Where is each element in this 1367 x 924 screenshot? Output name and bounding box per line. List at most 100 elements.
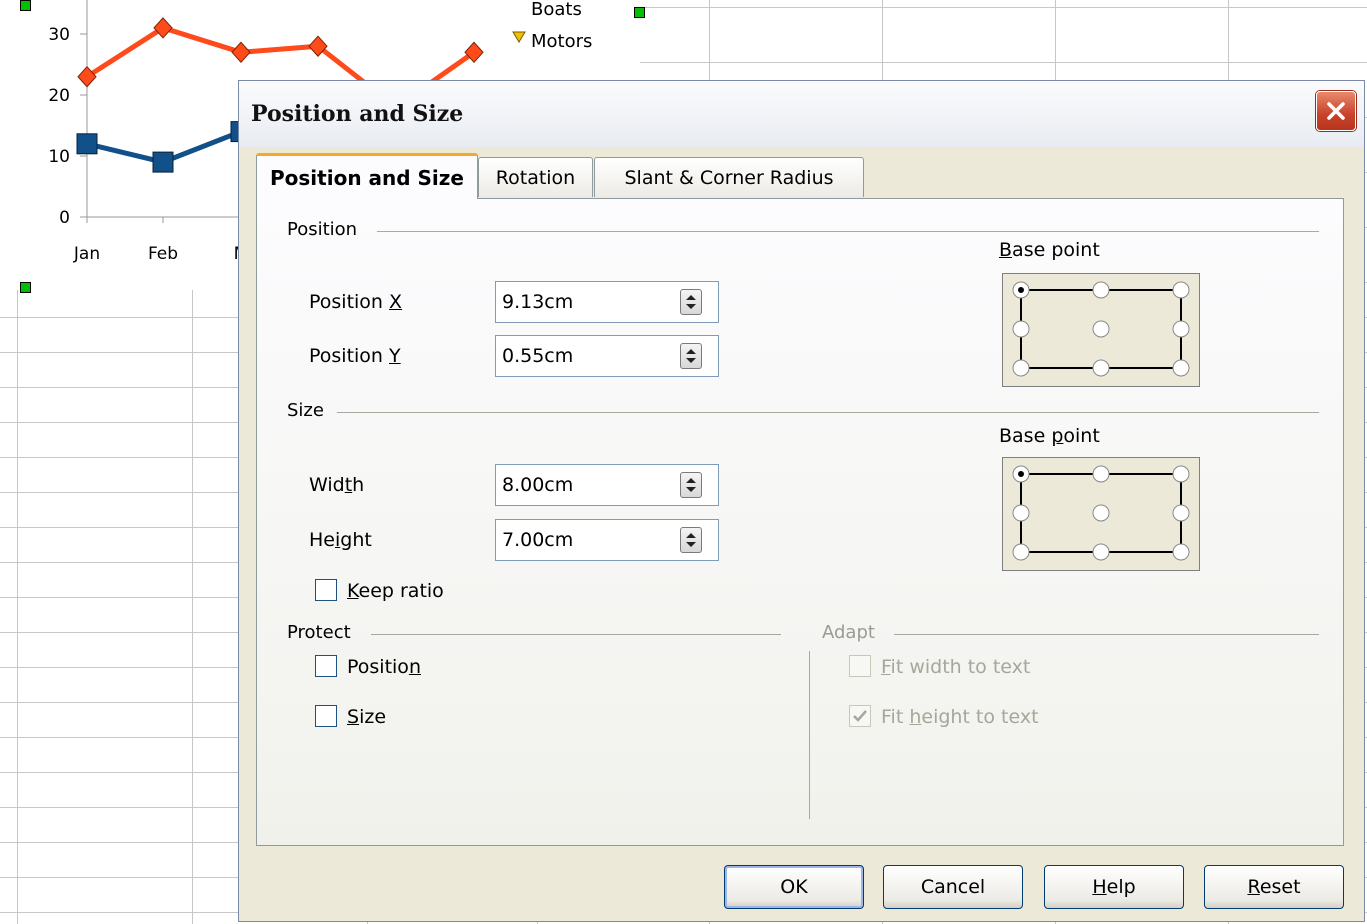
tab-label: Position and Size [270,165,464,190]
base-point-bottom[interactable] [1092,543,1110,561]
height-value: 7.00cm [502,529,574,551]
group-separator [809,651,810,819]
fit-height-checkbox[interactable] [849,705,871,727]
y-tick-label: 20 [48,86,70,106]
tab-label: Rotation [495,166,576,189]
position-x-spinner[interactable] [680,289,702,315]
fit-width-checkbox[interactable] [849,655,871,677]
base-point-bottom-left[interactable] [1012,359,1030,377]
base-point-center[interactable] [1092,320,1110,338]
x-tick-label: Feb [148,244,178,264]
base-point-top-right[interactable] [1172,465,1190,483]
base-point-center[interactable] [1092,504,1110,522]
position-y-field[interactable]: 0.55cm [495,335,719,377]
width-label: Width [309,474,365,496]
tab-label: Slant & Corner Radius [624,166,834,189]
cancel-button[interactable]: Cancel [883,865,1023,909]
height-field[interactable]: 7.00cm [495,519,719,561]
position-group-label: Position [287,219,358,240]
position-x-value: 9.13cm [502,291,574,313]
dialog-titlebar[interactable]: Position and Size [239,81,1364,147]
protect-group-label: Protect [287,622,351,643]
chart-resize-handle[interactable] [20,282,31,293]
size-base-point-label: Base point [999,425,1100,447]
keep-ratio-label: Keep ratio [347,580,444,602]
ok-label: OK [780,876,808,898]
protect-position-checkbox[interactable] [315,655,337,677]
close-button[interactable] [1316,91,1356,131]
position-x-field[interactable]: 9.13cm [495,281,719,323]
protect-size-checkbox[interactable] [315,705,337,727]
chart-legend: Boats Motors [512,0,592,52]
checkmark-icon [853,710,867,722]
position-x-label-text: Position X [309,291,403,313]
data-point-square [152,151,174,173]
legend-marker-triangle [512,31,526,43]
cancel-label: Cancel [920,876,986,898]
position-y-spinner[interactable] [680,343,702,369]
fit-width-label: Fit width to text [881,656,1031,678]
base-point-grid [1012,281,1190,377]
base-point-bottom-right[interactable] [1172,359,1190,377]
data-point-square [76,133,98,155]
width-spinner[interactable] [680,472,702,498]
tab-rotation[interactable]: Rotation [478,157,593,197]
base-point-right[interactable] [1172,320,1190,338]
base-point-left[interactable] [1012,504,1030,522]
data-point-diamond [231,41,251,64]
height-spinner[interactable] [680,527,702,553]
adapt-group-label: Adapt [822,622,875,643]
group-divider [337,412,1319,413]
help-button[interactable]: Help [1044,865,1184,909]
base-point-bottom-left[interactable] [1012,543,1030,561]
base-point-top[interactable] [1092,281,1110,299]
width-value: 8.00cm [502,474,574,496]
size-group-label: Size [287,400,324,421]
spin-arrows-icon [686,349,696,363]
position-base-point-label: Base point [999,239,1100,261]
base-point-top-right[interactable] [1172,281,1190,299]
fit-height-label: Fit height to text [881,706,1039,728]
spin-arrows-icon [686,533,696,547]
position-y-value: 0.55cm [502,345,574,367]
base-point-left[interactable] [1012,320,1030,338]
width-field[interactable]: 8.00cm [495,464,719,506]
keep-ratio-checkbox[interactable] [315,579,337,601]
close-icon [1327,102,1345,120]
reset-label: Reset [1247,876,1301,898]
reset-button[interactable]: Reset [1204,865,1344,909]
base-point-grid [1012,465,1190,561]
protect-position-label: Position [347,656,421,678]
legend-label: Motors [531,31,592,52]
base-point-right[interactable] [1172,504,1190,522]
protect-size-label: Size [347,706,387,728]
y-tick-label: 0 [59,208,70,228]
base-point-bottom-right[interactable] [1172,543,1190,561]
chart-resize-handle[interactable] [20,0,31,11]
spin-arrows-icon [686,295,696,309]
height-label: Height [309,529,372,551]
group-divider [894,634,1319,635]
x-tick-label: Jan [73,244,100,264]
y-tick-label: 10 [48,147,70,167]
position-size-dialog: Position and Size Position and Size Rota… [238,80,1365,922]
position-x-label: Position X [309,291,402,313]
dialog-title: Position and Size [251,101,464,127]
tab-position-and-size[interactable]: Position and Size [256,153,478,199]
chart-resize-handle[interactable] [634,7,645,18]
tab-panel: Position Position X 9.13cm Position Y 0.… [256,198,1344,846]
group-divider [371,634,781,635]
y-axis: 30 20 10 0 [48,0,88,228]
base-point-bottom[interactable] [1092,359,1110,377]
position-y-label: Position Y [309,345,401,367]
help-label: Help [1092,876,1136,898]
ok-button[interactable]: OK [724,865,864,909]
group-divider [377,231,1319,232]
size-base-point-selector[interactable] [1002,457,1200,571]
tab-slant-corner-radius[interactable]: Slant & Corner Radius [594,157,864,197]
position-base-point-selector[interactable] [1002,273,1200,387]
y-tick-label: 30 [48,25,70,45]
legend-label: Boats [531,0,582,20]
spin-arrows-icon [686,478,696,492]
base-point-top[interactable] [1092,465,1110,483]
